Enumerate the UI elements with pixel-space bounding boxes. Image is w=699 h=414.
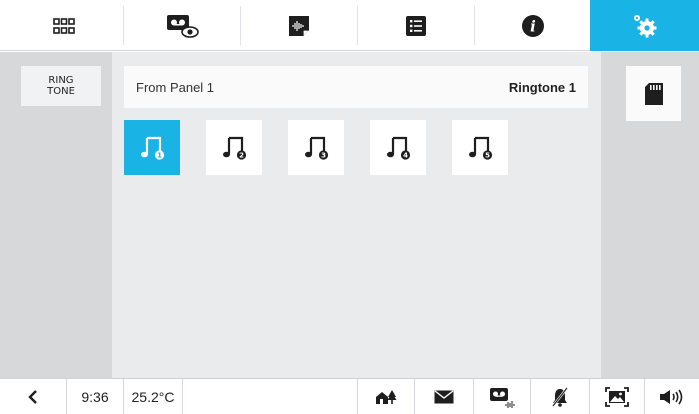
audio-note-icon bbox=[289, 15, 309, 36]
svg-text:3: 3 bbox=[321, 151, 326, 159]
bottom-status-bar: 9:36 25.2°C bbox=[0, 378, 699, 414]
tab-settings[interactable] bbox=[590, 0, 699, 51]
list-icon bbox=[406, 15, 426, 36]
ringtone-source-row[interactable]: From Panel 1 Ringtone 1 bbox=[124, 66, 588, 108]
tab-info[interactable]: i bbox=[475, 0, 591, 51]
ringtone-option-1[interactable]: 1 bbox=[124, 120, 180, 175]
left-panel: RING TONE bbox=[0, 52, 112, 378]
svg-text:i: i bbox=[530, 17, 536, 35]
sd-card-icon bbox=[644, 82, 663, 105]
messages-button[interactable] bbox=[415, 379, 473, 414]
top-tab-bar: i bbox=[0, 0, 699, 51]
ringtone-option-3[interactable]: 3 bbox=[288, 120, 344, 175]
music-note-3-icon: 3 bbox=[305, 136, 329, 160]
music-note-4-icon: 4 bbox=[387, 136, 411, 160]
info-icon: i bbox=[522, 14, 544, 37]
settings-gears-icon bbox=[633, 14, 656, 37]
grid-icon bbox=[53, 17, 75, 34]
ringtone-option-5[interactable]: 5 bbox=[452, 120, 508, 175]
time-display: 9:36 bbox=[67, 379, 123, 414]
bell-off-icon bbox=[552, 387, 568, 407]
tab-video-messages[interactable] bbox=[124, 0, 240, 51]
svg-text:5: 5 bbox=[485, 151, 490, 159]
tab-apps-grid[interactable] bbox=[6, 0, 122, 51]
video-message-audio-icon bbox=[490, 388, 515, 408]
tab-audio-memo[interactable] bbox=[241, 0, 357, 51]
music-note-1-icon: 1 bbox=[141, 136, 165, 160]
temperature-text: 25.2°C bbox=[131, 389, 175, 405]
ringer-mute-button[interactable] bbox=[531, 379, 589, 414]
volume-button[interactable] bbox=[645, 379, 699, 414]
source-label: From Panel 1 bbox=[136, 79, 215, 95]
home-tree-icon bbox=[376, 390, 397, 404]
back-arrow-icon bbox=[28, 390, 37, 404]
music-note-2-icon: 2 bbox=[223, 136, 247, 160]
svg-text:2: 2 bbox=[239, 151, 244, 159]
ringtone-option-2[interactable]: 2 bbox=[206, 120, 262, 175]
ring-tone-button[interactable]: RING TONE bbox=[21, 66, 101, 106]
back-button[interactable] bbox=[0, 379, 66, 414]
right-panel bbox=[601, 52, 699, 378]
tab-list[interactable] bbox=[358, 0, 474, 51]
ringtone-option-4[interactable]: 4 bbox=[370, 120, 426, 175]
selected-ringtone: Ringtone 1 bbox=[508, 79, 576, 95]
temperature-display: 25.2°C bbox=[124, 379, 182, 414]
video-memo-button[interactable] bbox=[474, 379, 530, 414]
envelope-icon bbox=[434, 390, 454, 404]
ring-tone-label: RING TONE bbox=[47, 75, 75, 97]
music-note-5-icon: 5 bbox=[469, 136, 493, 160]
time-text: 9:36 bbox=[81, 389, 109, 405]
sd-card-button[interactable] bbox=[626, 66, 681, 121]
home-away-button[interactable] bbox=[358, 379, 414, 414]
picture-button[interactable] bbox=[590, 379, 644, 414]
ringtone-main-area: From Panel 1 Ringtone 1 1 2 3 4 5 bbox=[112, 52, 601, 378]
speaker-volume-icon bbox=[660, 389, 683, 405]
svg-text:1: 1 bbox=[157, 151, 162, 159]
video-message-eye-icon bbox=[167, 14, 199, 38]
image-frame-icon bbox=[605, 387, 629, 407]
svg-text:4: 4 bbox=[403, 151, 408, 159]
